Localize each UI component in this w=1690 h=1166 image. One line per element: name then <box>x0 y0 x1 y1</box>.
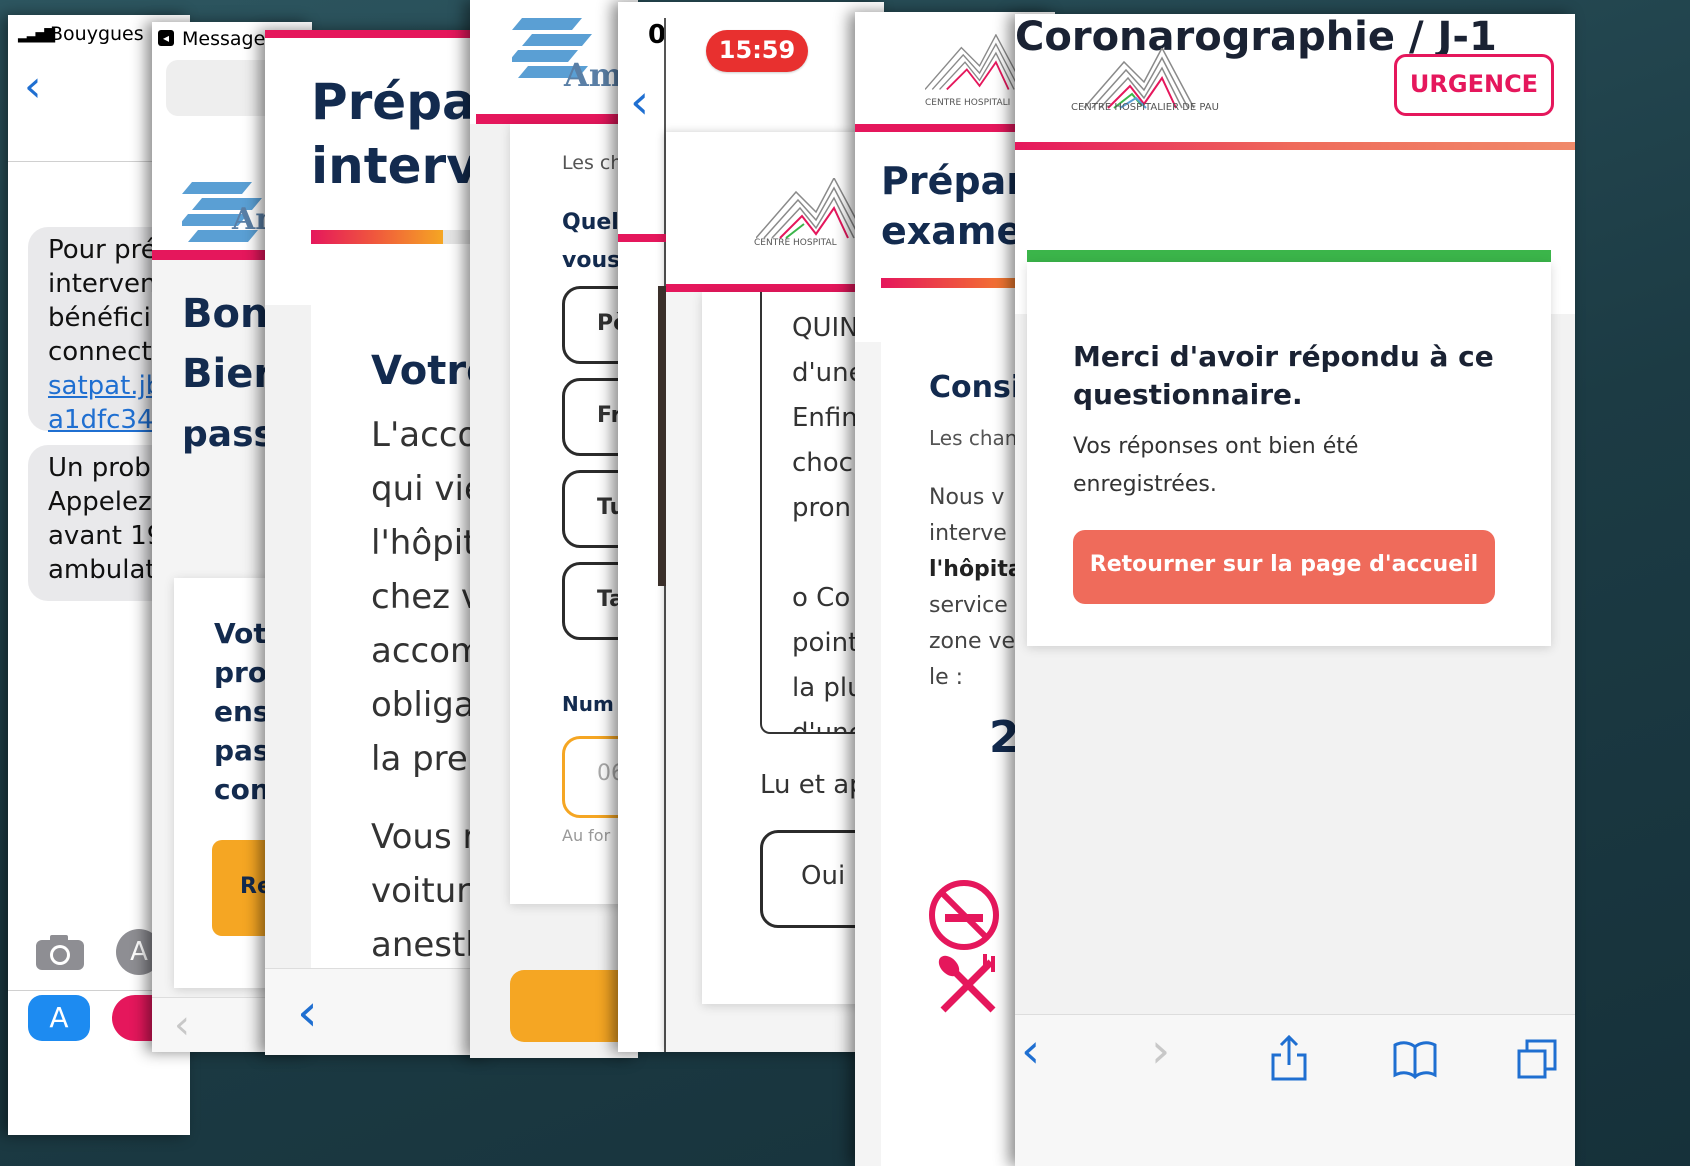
progress-fill <box>311 230 443 244</box>
card-line: Vot <box>214 617 267 650</box>
thanks-line: Merci d'avoir répondu à ce <box>1073 340 1494 373</box>
body-line: l'hôpita <box>929 557 1023 582</box>
home-button-label: Retourner sur la page d'accueil <box>1089 552 1479 577</box>
question-line: Quel <box>562 210 619 235</box>
saved-line: enregistrées. <box>1073 472 1217 497</box>
question-screen: Am Les ch Quel vous Pè Fr Tu Ta Num 06 A… <box>470 0 638 1058</box>
carrier-name: Bouygues <box>50 23 144 45</box>
card-line: pas <box>214 734 270 767</box>
greeting-subheading: pass <box>182 414 275 455</box>
dark-image-strip <box>658 286 666 586</box>
header-accent-line <box>476 114 638 124</box>
share-icon[interactable] <box>1269 1033 1309 1087</box>
header-accent-line <box>666 284 884 292</box>
phone-label: Num <box>562 692 614 716</box>
back-chevron-icon[interactable]: ‹ <box>1021 1023 1040 1079</box>
logo-caption: CENTRE HOSPITAL <box>754 238 837 248</box>
text-line: d'une <box>792 718 865 734</box>
bottom-toolbar: ‹ › <box>1015 1014 1575 1166</box>
camera-icon[interactable] <box>34 933 86 971</box>
card-line: con <box>214 773 270 806</box>
text-line: la plu <box>792 673 864 703</box>
body-line: Nous v <box>929 485 1005 510</box>
body-line: zone ve <box>929 629 1016 654</box>
saved-line: Vos réponses ont bien été <box>1073 434 1359 459</box>
signal-icon: ▂▃▅▇ <box>18 27 55 43</box>
title-line: exame <box>881 209 1023 253</box>
title-line: Prépar <box>311 73 493 131</box>
home-button[interactable]: Retourner sur la page d'accueil <box>1073 530 1495 604</box>
section-title: Consi <box>929 370 1022 405</box>
helper-text: Les chan <box>929 426 1018 450</box>
confirmation-card: Merci d'avoir répondu à ce questionnaire… <box>1027 262 1551 646</box>
confirmation-screen: CENTRE HOSPITALIER DE PAU URGENCE Corona… <box>1015 14 1575 1166</box>
content-card: Votre L'acco qui vie l'hôpit chez v acco… <box>311 258 493 1018</box>
hospital-logo <box>756 178 866 242</box>
text-line: o Co <box>792 583 851 613</box>
urgence-label: URGENCE <box>1409 70 1539 98</box>
text-line: QUIN <box>792 313 859 343</box>
top-accent-line <box>265 30 493 38</box>
back-app-label[interactable]: Messages <box>182 28 275 50</box>
text-line: Enfin <box>792 403 858 433</box>
no-food-icon <box>933 950 1003 1024</box>
card-line: pro <box>214 656 268 689</box>
recording-time-badge: 15:59 <box>706 30 808 72</box>
header-accent-line <box>618 234 666 242</box>
consent-screen: 0 ‹ CENTRE HOSPITAL QUIN d'une Enfin cho… <box>618 2 884 1052</box>
back-chevron-icon[interactable]: ‹ <box>297 983 318 1043</box>
overlay-sheet: CENTRE HOSPITAL QUIN d'une Enfin choc pr… <box>658 132 884 1052</box>
body-line: le : <box>929 665 964 690</box>
screen: { "colors": { "pink": "#e5175c", "orange… <box>0 0 1690 1166</box>
card-line: ens <box>214 695 270 728</box>
no-smoking-icon <box>927 878 1001 956</box>
yes-option-label: Oui <box>801 861 846 891</box>
tabs-icon[interactable] <box>1515 1037 1559 1085</box>
logo-caption: CENTRE HOSPITALIER DE PAU <box>1071 102 1219 113</box>
forward-chevron-icon[interactable]: › <box>1151 1023 1170 1079</box>
title-line: Prépar <box>881 159 1025 203</box>
bookmarks-icon[interactable] <box>1391 1039 1439 1083</box>
text-line: pron <box>792 493 852 523</box>
page-title: Prépar interv <box>311 70 493 198</box>
thanks-line: questionnaire. <box>1073 378 1303 411</box>
urgence-button[interactable]: URGENCE <box>1394 54 1554 116</box>
question-line: vous <box>562 248 621 273</box>
body-line: service <box>929 593 1008 618</box>
body-line: interve <box>929 521 1007 546</box>
read-approved-label: Lu et ap <box>760 770 866 800</box>
back-app-icon[interactable]: ◂ <box>158 30 174 46</box>
hospital-logo <box>925 34 1025 94</box>
page-title: Prépar exame <box>881 156 1025 256</box>
header-accent-line <box>1015 142 1575 150</box>
preparation-screen: Prépar interv Votre L'acco qui vie l'hôp… <box>265 30 493 1055</box>
helper-text: Les ch <box>562 152 623 174</box>
back-chevron-icon[interactable]: ‹ <box>630 78 649 126</box>
text-line: choc <box>792 448 853 478</box>
phone-hint: Au for <box>562 826 611 845</box>
back-chevron-icon[interactable]: ‹ <box>174 1002 190 1048</box>
text-line: point <box>792 628 859 658</box>
logo-caption: CENTRE HOSPITALI <box>925 98 1011 108</box>
status-time: 15:59 <box>718 36 796 64</box>
bottom-toolbar: ‹ <box>265 968 493 1055</box>
title-line: interv <box>311 137 479 195</box>
text-line: d'une <box>792 358 865 388</box>
status-bar-green <box>1027 250 1551 262</box>
logo-text: Am <box>564 56 623 94</box>
appstore-app-icon[interactable]: A <box>28 995 90 1041</box>
back-chevron-icon[interactable]: ‹ <box>24 65 42 109</box>
